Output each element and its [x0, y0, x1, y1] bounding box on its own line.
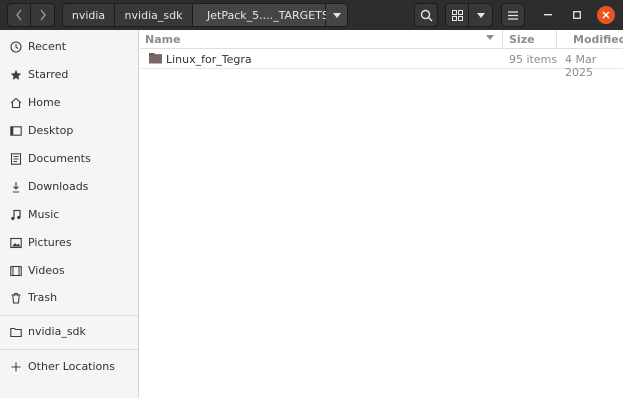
- sidebar-item-pictures[interactable]: Pictures: [0, 231, 138, 255]
- column-divider[interactable]: [556, 30, 557, 48]
- sidebar-separator: [0, 315, 138, 316]
- view-options-button[interactable]: [469, 3, 493, 27]
- minimize-icon: [544, 14, 552, 16]
- document-icon: [9, 152, 23, 166]
- chevron-left-icon: [16, 9, 22, 21]
- sidebar-item-label: Downloads: [28, 180, 89, 193]
- video-icon: [9, 264, 23, 278]
- folder-icon: [9, 325, 23, 339]
- sidebar-item-nvidia-sdk[interactable]: nvidia_sdk: [0, 320, 138, 344]
- folder-icon: [149, 52, 162, 64]
- music-icon: [9, 208, 23, 222]
- grid-icon: [451, 9, 463, 21]
- sidebar-item-label: nvidia_sdk: [28, 325, 86, 338]
- sidebar-item-label: Starred: [28, 68, 69, 81]
- maximize-icon: [573, 11, 581, 19]
- breadcrumb-menu-button[interactable]: [326, 3, 348, 27]
- file-modified: 4 Mar 2025: [565, 53, 597, 79]
- sidebar-item-label: Home: [28, 96, 61, 109]
- sidebar-item-label: Recent: [28, 40, 67, 53]
- sidebar-item-desktop[interactable]: Desktop: [0, 119, 138, 143]
- search-button[interactable]: [414, 3, 438, 27]
- grid-view-button[interactable]: [445, 3, 469, 27]
- column-divider[interactable]: [502, 30, 503, 48]
- sidebar-item-label: Music: [28, 208, 60, 221]
- home-icon: [9, 96, 23, 110]
- menu-button[interactable]: [501, 3, 525, 27]
- sidebar-item-trash[interactable]: Trash: [0, 286, 138, 310]
- picture-icon: [9, 236, 23, 250]
- sidebar: Recent Starred Home Desktop Documents Do…: [0, 30, 139, 398]
- desktop-icon: [9, 124, 23, 138]
- column-name-header[interactable]: Name: [145, 33, 181, 46]
- caret-down-icon: [476, 12, 485, 18]
- sidebar-item-downloads[interactable]: Downloads: [0, 175, 138, 199]
- file-list: Name Size Modified Linux_for_Tegra 95 it…: [140, 30, 623, 398]
- sidebar-separator: [0, 349, 138, 350]
- download-icon: [9, 180, 23, 194]
- back-button[interactable]: [7, 3, 31, 27]
- sidebar-item-home[interactable]: Home: [0, 91, 138, 115]
- sidebar-item-other-locations[interactable]: Other Locations: [0, 355, 138, 379]
- star-icon: [9, 68, 23, 82]
- hamburger-icon: [508, 10, 518, 20]
- sidebar-item-recent[interactable]: Recent: [0, 35, 138, 59]
- breadcrumb-nvidia[interactable]: nvidia: [62, 3, 115, 27]
- file-size: 95 items: [509, 53, 558, 66]
- breadcrumb-nvidia-sdk[interactable]: nvidia_sdk: [115, 3, 193, 27]
- column-header: Name Size Modified: [140, 30, 623, 49]
- table-row[interactable]: Linux_for_Tegra 95 items 4 Mar 2025: [140, 49, 623, 79]
- breadcrumb-current[interactable]: JetPack_5...._TARGETS: [193, 3, 329, 27]
- sidebar-item-label: Videos: [28, 264, 65, 277]
- column-size-header[interactable]: Size: [509, 33, 535, 46]
- caret-down-icon: [332, 12, 341, 18]
- search-icon: [420, 9, 433, 22]
- sidebar-item-label: Other Locations: [28, 360, 115, 373]
- sidebar-item-music[interactable]: Music: [0, 203, 138, 227]
- maximize-button[interactable]: [568, 6, 586, 24]
- file-name: Linux_for_Tegra: [166, 53, 252, 66]
- sidebar-item-documents[interactable]: Documents: [0, 147, 138, 171]
- trash-icon: [9, 291, 23, 305]
- clock-icon: [9, 40, 23, 54]
- header-bar: nvidia nvidia_sdk JetPack_5...._TARGETS: [0, 0, 623, 30]
- sidebar-item-label: Desktop: [28, 124, 74, 137]
- sidebar-item-label: Pictures: [28, 236, 72, 249]
- plus-icon: [9, 360, 23, 374]
- close-button[interactable]: [597, 6, 615, 24]
- forward-button[interactable]: [31, 3, 55, 27]
- chevron-right-icon: [39, 9, 46, 21]
- close-icon: [602, 11, 610, 19]
- sidebar-item-label: Documents: [28, 152, 91, 165]
- sidebar-item-videos[interactable]: Videos: [0, 259, 138, 283]
- sidebar-item-label: Trash: [28, 291, 58, 304]
- sort-down-icon: [486, 33, 494, 43]
- column-modified-header[interactable]: Modified: [573, 33, 623, 46]
- minimize-button[interactable]: [539, 6, 557, 24]
- sidebar-item-starred[interactable]: Starred: [0, 63, 138, 87]
